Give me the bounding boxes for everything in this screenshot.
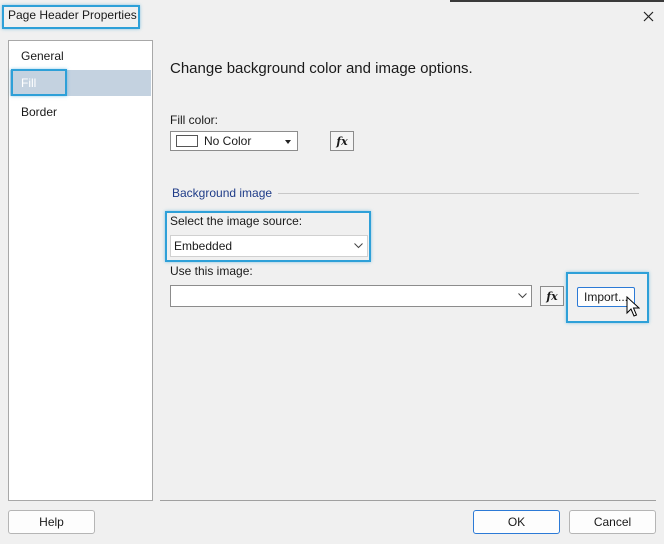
nav-item-label: General <box>21 49 64 63</box>
chevron-down-icon <box>354 243 363 249</box>
fill-color-label: Fill color: <box>170 113 219 127</box>
help-button[interactable]: Help <box>8 510 95 534</box>
mouse-cursor-icon <box>626 296 640 317</box>
color-swatch <box>176 135 198 147</box>
window-title: Page Header Properties <box>8 8 137 22</box>
nav-item-label: Border <box>21 105 58 119</box>
image-source-select[interactable]: Embedded <box>170 235 368 257</box>
image-source-value: Embedded <box>174 239 233 253</box>
nav-item-label: Fill <box>21 76 37 90</box>
nav-item-fill[interactable]: Fill <box>10 70 151 96</box>
chevron-down-icon <box>285 140 291 144</box>
fill-color-select[interactable]: No Color <box>170 131 298 151</box>
nav-panel: General Fill Border <box>8 40 153 501</box>
footer-divider <box>160 500 656 501</box>
fill-color-value: No Color <box>204 134 252 148</box>
nav-item-general[interactable]: General <box>10 43 151 69</box>
image-expression-button[interactable]: fx <box>540 286 564 306</box>
image-select[interactable] <box>170 285 532 307</box>
section-divider <box>278 193 639 194</box>
cancel-button[interactable]: Cancel <box>569 510 656 534</box>
fill-color-expression-button[interactable]: fx <box>330 131 354 151</box>
use-image-label: Use this image: <box>170 264 253 278</box>
image-source-label: Select the image source: <box>170 214 303 228</box>
close-icon <box>643 11 653 21</box>
page-heading: Change background color and image option… <box>170 60 473 77</box>
fx-icon: fx <box>336 134 348 148</box>
fx-icon: fx <box>546 289 558 303</box>
background-image-section-title: Background image <box>172 186 273 200</box>
title-bar: Page Header Properties <box>0 0 664 32</box>
title-bar-edge <box>450 0 664 2</box>
close-button[interactable] <box>636 4 660 28</box>
nav-item-border[interactable]: Border <box>10 99 151 125</box>
ok-button[interactable]: OK <box>473 510 560 534</box>
chevron-down-icon <box>518 293 527 299</box>
